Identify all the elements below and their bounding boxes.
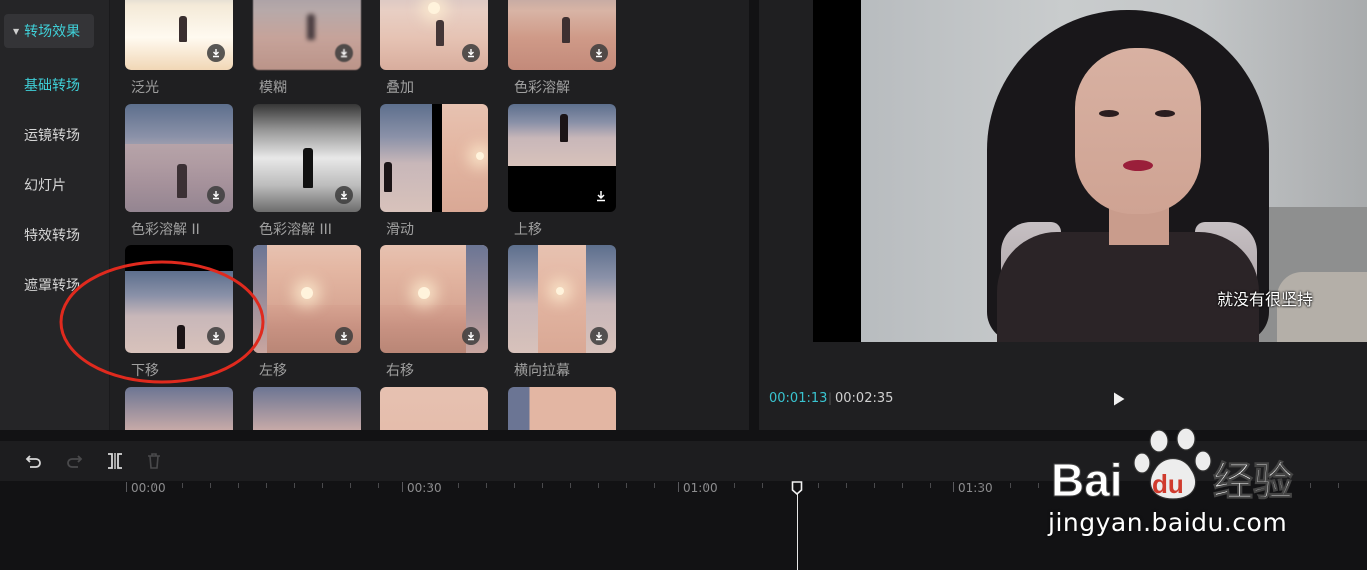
split-icon[interactable] (105, 451, 125, 471)
download-icon[interactable] (462, 327, 480, 345)
sidebar-item-camera[interactable]: 运镜转场 (24, 126, 80, 146)
effect-label: 上移 (514, 222, 542, 238)
figure-shape (179, 16, 187, 42)
download-icon[interactable] (590, 44, 608, 62)
download-icon[interactable] (590, 327, 608, 345)
effect-label: 模糊 (259, 80, 287, 96)
effect-tile[interactable]: 左移 (253, 245, 361, 379)
playhead-line[interactable] (797, 492, 798, 570)
effect-tile[interactable]: 模糊 (253, 0, 361, 96)
sidebar-item-slideshow[interactable]: 幻灯片 (24, 176, 66, 196)
category-header-transitions[interactable]: ▼ 转场效果 (4, 14, 94, 48)
effect-tile[interactable]: 色彩溶解 III (253, 104, 361, 238)
effect-tile[interactable]: 叠加 (380, 0, 488, 96)
effect-thumbnail[interactable] (253, 104, 361, 212)
effect-thumbnail[interactable] (380, 104, 488, 212)
ruler-label: 00:30 (407, 481, 442, 495)
effect-tile[interactable] (125, 387, 233, 430)
download-icon[interactable] (335, 186, 353, 204)
undo-icon[interactable] (24, 451, 44, 471)
effect-label: 色彩溶解 III (259, 222, 332, 238)
ruler-label: 01:30 (958, 481, 993, 495)
download-icon[interactable] (462, 44, 480, 62)
play-icon[interactable] (1112, 391, 1126, 407)
download-icon[interactable] (207, 186, 225, 204)
effect-thumbnail[interactable] (125, 104, 233, 212)
redo-icon[interactable] (64, 451, 84, 471)
effect-tile[interactable]: 上移 (508, 104, 616, 238)
effect-thumbnail[interactable] (125, 0, 233, 70)
figure-shape (562, 17, 570, 43)
svg-text:经验: 经验 (1213, 459, 1293, 505)
download-icon[interactable] (335, 327, 353, 345)
video-player[interactable]: 就没有很坚持 (813, 0, 1367, 342)
download-icon[interactable] (595, 190, 607, 202)
effect-thumbnail[interactable] (380, 387, 488, 430)
svg-text:du: du (1152, 469, 1184, 499)
effect-thumbnail[interactable] (508, 245, 616, 353)
video-subtitle: 就没有很坚持 (1217, 290, 1314, 309)
effect-label: 泛光 (131, 80, 159, 96)
sidebar-item-basic[interactable]: 基础转场 (24, 76, 80, 96)
baidu-logo: Bai du 经验 (1051, 427, 1294, 505)
effect-label: 叠加 (386, 80, 414, 96)
effect-thumbnail[interactable] (253, 0, 361, 70)
svg-text:Bai: Bai (1051, 454, 1123, 505)
watermark-url: jingyan.baidu.com (1048, 508, 1288, 537)
download-icon[interactable] (207, 44, 225, 62)
category-header-label: 转场效果 (24, 24, 81, 40)
figure-shape (307, 14, 315, 40)
effect-label: 色彩溶解 (514, 80, 570, 96)
sun-shape (301, 287, 313, 299)
effect-tile[interactable] (380, 387, 488, 430)
video-frame: 就没有很坚持 (861, 0, 1367, 342)
effect-tile[interactable]: 色彩溶解 (508, 0, 616, 96)
person-face (1075, 48, 1201, 214)
effect-tile[interactable]: 右移 (380, 245, 488, 379)
effect-thumbnail[interactable] (508, 104, 616, 212)
effect-label: 横向拉幕 (514, 363, 570, 379)
effect-label: 右移 (386, 363, 414, 379)
ruler-label: 01:00 (683, 481, 718, 495)
figure-shape (560, 114, 568, 142)
effect-tile[interactable]: 泛光 (125, 0, 233, 96)
download-icon[interactable] (335, 44, 353, 62)
figure-shape (436, 20, 444, 46)
effect-label: 色彩溶解 II (131, 222, 200, 238)
effect-thumbnail[interactable] (508, 0, 616, 70)
playhead-handle-icon[interactable] (791, 481, 803, 495)
sun-shape (476, 152, 484, 160)
effect-tile[interactable]: 色彩溶解 II (125, 104, 233, 238)
sun-shape (428, 2, 440, 14)
figure-shape (303, 148, 313, 188)
delete-icon[interactable] (144, 451, 164, 471)
highlight-annotation (59, 260, 265, 384)
effect-thumbnail[interactable] (380, 0, 488, 70)
effect-tile[interactable]: 滑动 (380, 104, 488, 238)
figure-shape (177, 164, 187, 198)
effect-label: 滑动 (386, 222, 414, 238)
sidebar-item-special[interactable]: 特效转场 (24, 226, 80, 246)
effect-tile[interactable]: 横向拉幕 (508, 245, 616, 379)
total-time: 00:02:35 (835, 391, 894, 406)
effect-tile[interactable] (508, 387, 616, 430)
caret-down-icon: ▼ (13, 26, 20, 36)
effect-tile[interactable] (253, 387, 361, 430)
effect-thumbnail[interactable] (508, 387, 616, 430)
sun-shape (556, 287, 564, 295)
effect-thumbnail[interactable] (125, 387, 233, 430)
ruler-label: 00:00 (131, 481, 166, 495)
current-time: 00:01:13 (769, 391, 828, 406)
effect-thumbnail[interactable] (253, 245, 361, 353)
preview-panel: 就没有很坚持 00:01:13 | 00:02:35 (759, 0, 1367, 430)
effect-thumbnail[interactable] (380, 245, 488, 353)
time-separator: | (828, 391, 833, 405)
effect-thumbnail[interactable] (253, 387, 361, 430)
figure-shape (384, 162, 392, 192)
sun-shape (418, 287, 430, 299)
